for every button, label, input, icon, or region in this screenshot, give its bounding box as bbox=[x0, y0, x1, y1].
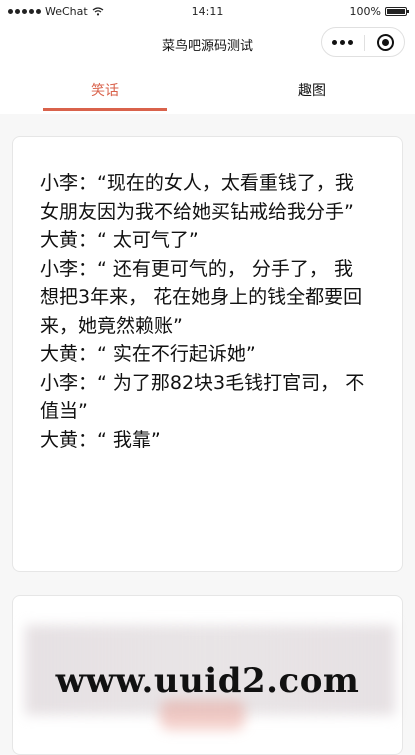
joke-line: 小李：“ 还有更可气的， 分手了， 我 bbox=[40, 257, 353, 280]
more-icon[interactable] bbox=[332, 40, 353, 45]
joke-line: 女朋友因为我不给她买钻戒给我分手” bbox=[40, 200, 354, 223]
tab-bar: 笑话 趣图 bbox=[0, 64, 415, 114]
nav-bar: 菜鸟吧源码测试 bbox=[0, 24, 415, 64]
status-bar: WeChat 14:11 100% bbox=[0, 0, 415, 24]
battery-group: 100% bbox=[349, 5, 409, 18]
joke-line: 值当” bbox=[40, 400, 88, 422]
joke-card: 小李：“现在的女人，太看重钱了，我 女朋友因为我不给她买钻戒给我分手” 大黄：“… bbox=[12, 136, 403, 572]
joke-line: 来，她竟然赖账” bbox=[40, 314, 183, 337]
joke-line: 小李：“ 为了那82块3毛钱打官司， 不 bbox=[40, 371, 365, 394]
active-tab-indicator bbox=[43, 108, 167, 111]
joke-line: 想把3年来， 花在她身上的钱全都要回 bbox=[40, 286, 363, 308]
close-target-icon[interactable] bbox=[377, 34, 394, 51]
tab-funny-pictures[interactable]: 趣图 bbox=[250, 80, 374, 100]
watermark-blob bbox=[160, 700, 245, 730]
capsule-divider bbox=[364, 35, 365, 51]
joke-line: 大黄：“ 实在不行起诉她” bbox=[40, 343, 256, 365]
watermark-text: www.uuid2.com bbox=[55, 661, 360, 701]
joke-line: 大黄：“ 我靠” bbox=[40, 428, 161, 451]
battery-icon bbox=[385, 7, 409, 16]
mini-program-capsule bbox=[321, 27, 405, 57]
joke-line: 小李：“现在的女人，太看重钱了，我 bbox=[40, 172, 354, 194]
joke-line: 大黄：“ 太可气了” bbox=[40, 229, 199, 251]
tab-jokes[interactable]: 笑话 bbox=[43, 80, 167, 100]
battery-percent: 100% bbox=[349, 5, 381, 18]
joke-text: 小李：“现在的女人，太看重钱了，我 女朋友因为我不给她买钻戒给我分手” 大黄：“… bbox=[40, 169, 380, 454]
